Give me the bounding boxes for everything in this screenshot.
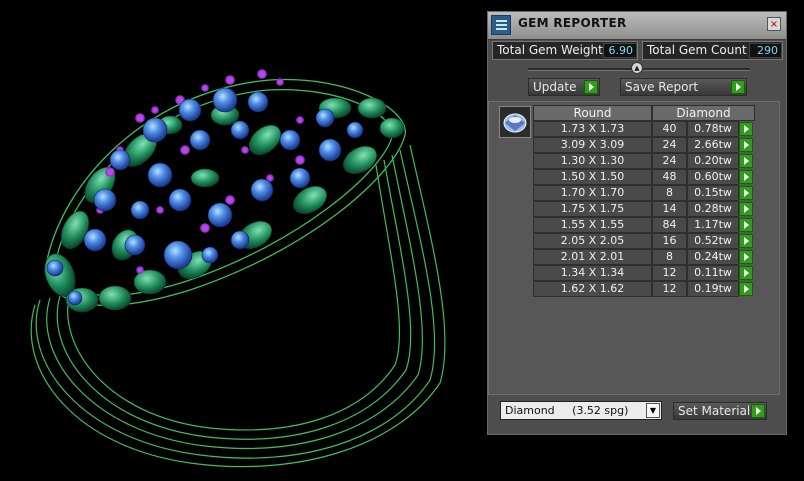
set-material-button[interactable]: Set Material [673,402,767,420]
green-arrow-icon [584,80,598,94]
green-arrow-icon[interactable] [739,282,753,296]
gem-size-cell: 1.70 X 1.70 [533,185,652,201]
gem-reporter-panel: GEM REPORTER × Total Gem Weight 6.90 Tot… [487,11,787,435]
green-arrow-icon[interactable] [739,250,753,264]
table-row[interactable]: 1.30 X 1.30 24 0.20tw [533,153,755,169]
material-select[interactable]: Diamond (3.52 spg) ▼ [500,401,662,420]
green-arrow-icon[interactable] [739,186,753,200]
panel-title: GEM REPORTER [518,16,627,30]
gem-size-cell: 1.30 X 1.30 [533,153,652,169]
title-bar[interactable]: GEM REPORTER × [488,12,786,40]
shape-column-header: Round [533,105,652,121]
gem-count-cell: 12 [652,265,687,281]
gem-size-cell: 1.50 X 1.50 [533,169,652,185]
gem-count-cell: 24 [652,137,687,153]
gem-count-cell: 40 [652,121,687,137]
gem-weight-cell: 0.24tw [687,249,739,265]
gem-list-panel: Round Diamond 1.73 X 1.73 40 0.78tw 3.09 X … [488,101,780,395]
green-arrow-icon[interactable] [739,218,753,232]
gem-size-cell: 1.55 X 1.55 [533,217,652,233]
table-row[interactable]: 1.62 X 1.62 12 0.19tw [533,281,755,297]
slider-knob[interactable]: ▲ [631,62,643,74]
table-row[interactable]: 1.34 X 1.34 12 0.11tw [533,265,755,281]
table-row[interactable]: 2.01 X 2.01 8 0.24tw [533,249,755,265]
material-select-value: Diamond (3.52 spg) [505,404,629,417]
update-button-label: Update [533,80,577,94]
update-button[interactable]: Update [528,78,600,96]
gem-count-cell: 14 [652,201,687,217]
green-arrow-icon[interactable] [739,234,753,248]
gem-weight-cell: 0.11tw [687,265,739,281]
gem-count-cell: 48 [652,169,687,185]
gem-size-cell: 3.09 X 3.09 [533,137,652,153]
total-gem-count-value: 290 [749,43,782,58]
green-arrow-icon[interactable] [739,154,753,168]
set-material-button-label: Set Material [678,404,751,418]
material-column-header: Diamond [652,105,755,121]
gem-weight-cell: 2.66tw [687,137,739,153]
gem-count-cell: 8 [652,185,687,201]
round-gem-icon[interactable] [499,106,531,138]
green-arrow-icon [731,80,745,94]
gem-count-cell: 8 [652,249,687,265]
green-arrow-icon[interactable] [739,170,753,184]
table-row[interactable]: 1.73 X 1.73 40 0.78tw [533,121,755,137]
chevron-down-icon[interactable]: ▼ [646,403,660,418]
gem-weight-cell: 0.78tw [687,121,739,137]
gem-weight-cell: 0.60tw [687,169,739,185]
total-gem-count-label: Total Gem Count [647,43,747,57]
bracelet-render [30,69,446,468]
gem-count-cell: 16 [652,233,687,249]
gem-weight-cell: 1.17tw [687,217,739,233]
total-gem-count-field: Total Gem Count 290 [642,41,783,60]
green-arrow-icon[interactable] [739,122,753,136]
table-row[interactable]: 1.70 X 1.70 8 0.15tw [533,185,755,201]
green-arrow-icon [751,404,765,418]
gem-weight-cell: 0.15tw [687,185,739,201]
gem-size-cell: 1.34 X 1.34 [533,265,652,281]
table-row[interactable]: 1.55 X 1.55 84 1.17tw [533,217,755,233]
gem-size-cell: 1.75 X 1.75 [533,201,652,217]
gem-weight-cell: 0.52tw [687,233,739,249]
green-arrow-icon[interactable] [739,266,753,280]
gem-count-cell: 24 [652,153,687,169]
total-gem-weight-label: Total Gem Weight [497,43,603,57]
green-arrow-icon[interactable] [739,202,753,216]
table-row[interactable]: 3.09 X 3.09 24 2.66tw [533,137,755,153]
gem-size-cell: 1.62 X 1.62 [533,281,652,297]
table-row[interactable]: 1.50 X 1.50 48 0.60tw [533,169,755,185]
gem-count-cell: 12 [652,281,687,297]
gem-reporter-icon [491,15,511,35]
gem-weight-cell: 0.19tw [687,281,739,297]
gem-count-cell: 84 [652,217,687,233]
gem-size-cell: 2.01 X 2.01 [533,249,652,265]
gem-size-cell: 2.05 X 2.05 [533,233,652,249]
total-gem-weight-value: 6.90 [603,43,637,58]
save-report-button[interactable]: Save Report [620,78,747,96]
table-row[interactable]: 2.05 X 2.05 16 0.52tw [533,233,755,249]
table-row[interactable]: 1.75 X 1.75 14 0.28tw [533,201,755,217]
total-gem-weight-field: Total Gem Weight 6.90 [492,41,638,60]
save-report-button-label: Save Report [625,80,699,94]
gem-weight-cell: 0.28tw [687,201,739,217]
gem-size-cell: 1.73 X 1.73 [533,121,652,137]
close-button[interactable]: × [767,17,781,31]
3d-viewport[interactable] [0,0,486,477]
green-arrow-icon[interactable] [739,138,753,152]
gem-weight-cell: 0.20tw [687,153,739,169]
